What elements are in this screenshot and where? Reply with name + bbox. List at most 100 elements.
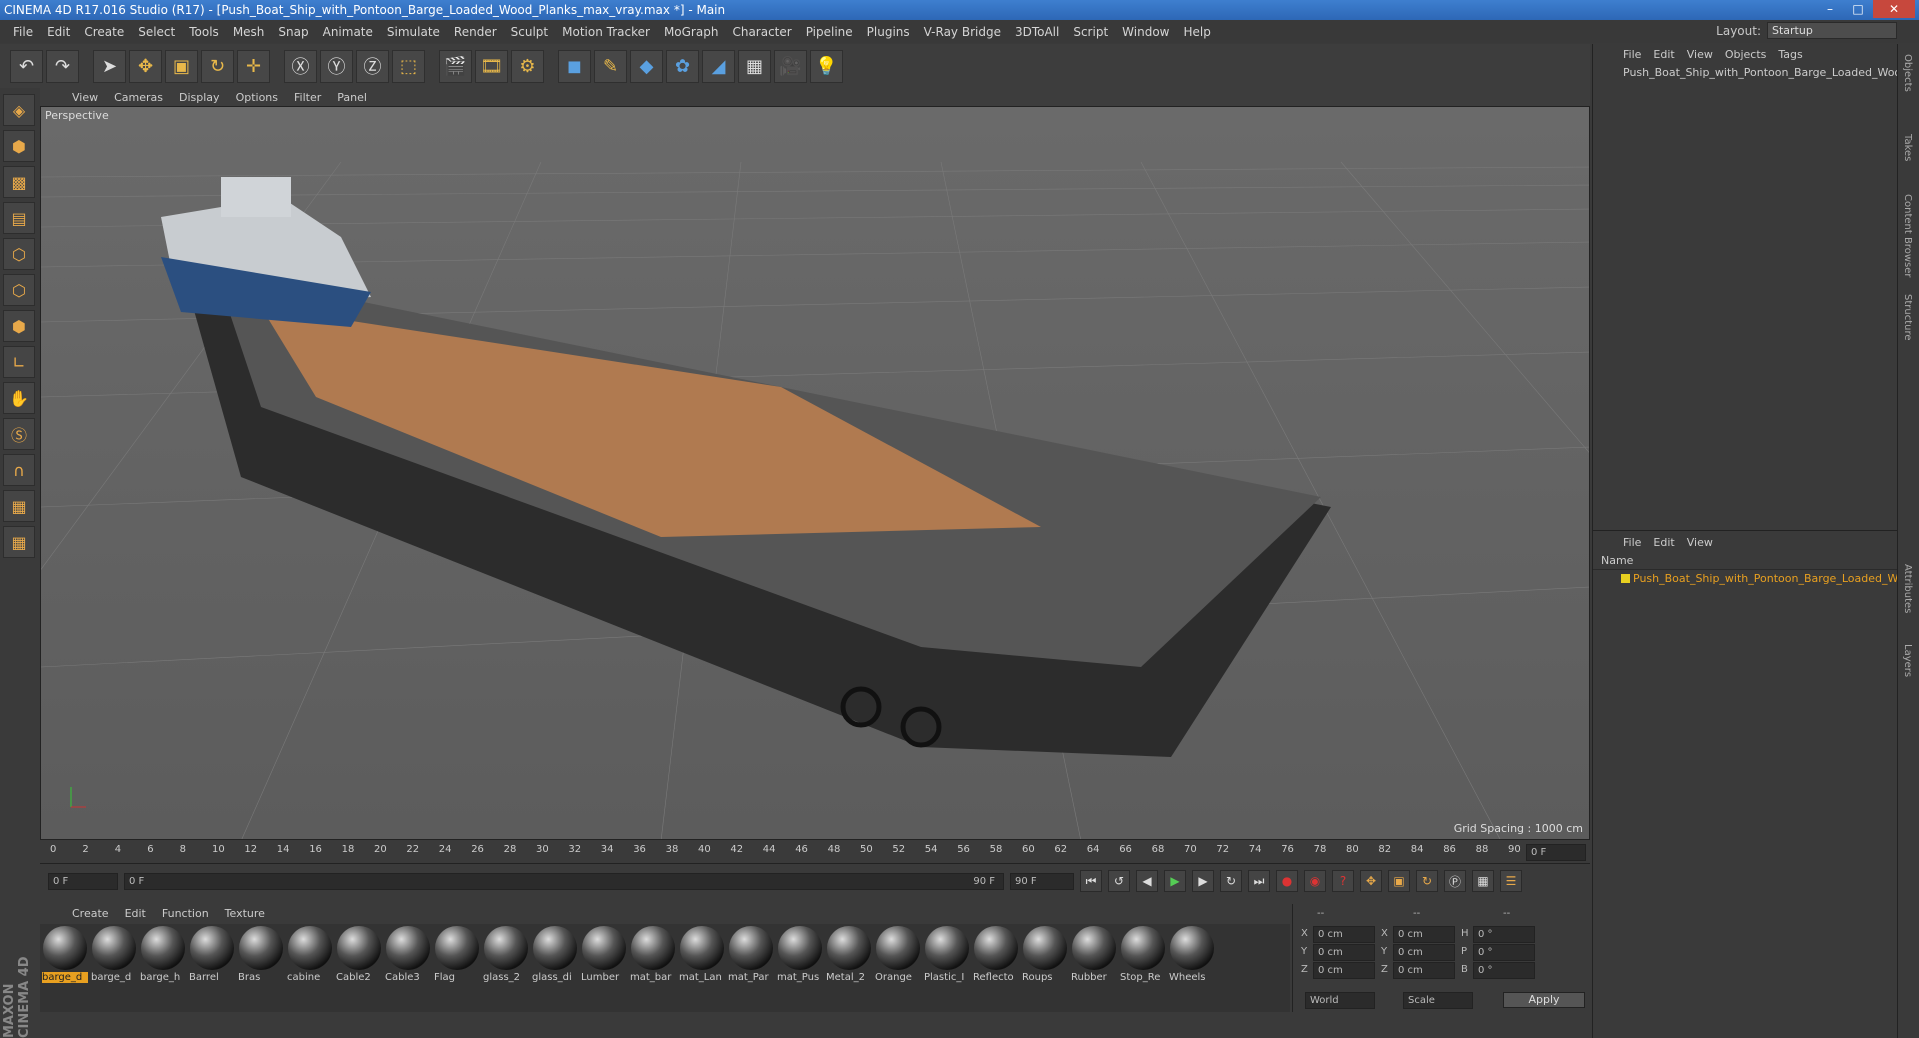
make-editable-icon[interactable]: ◈ (3, 94, 35, 126)
coord-value-field[interactable]: 0 cm (1393, 962, 1455, 979)
material-swatch[interactable]: Flag (434, 924, 480, 1012)
material-swatch[interactable]: Rubber (1071, 924, 1117, 1012)
menu-mograph[interactable]: MoGraph (657, 25, 726, 39)
cube-icon[interactable]: ◼ (558, 49, 591, 83)
coord-value-field[interactable]: 0 cm (1313, 944, 1375, 961)
coord-value-field[interactable]: 0 cm (1393, 944, 1455, 961)
cloner-icon[interactable]: ✿ (666, 49, 699, 83)
material-menu-create[interactable]: Create (64, 907, 117, 920)
magnet-icon[interactable]: ∩ (3, 454, 35, 486)
objects-menu-file[interactable]: File (1617, 48, 1647, 61)
menu-file[interactable]: File (6, 25, 40, 39)
go-to-start-icon[interactable]: ⏮ (1080, 870, 1102, 892)
axis-icon[interactable]: ∟ (3, 346, 35, 378)
side-tab[interactable]: Layers (1902, 644, 1913, 677)
render-picture-icon[interactable]: 🎞 (475, 49, 508, 83)
material-swatch[interactable]: mat_bar (630, 924, 676, 1012)
polygons-mode-icon[interactable]: ⬢ (3, 310, 35, 342)
material-swatch[interactable]: Metal_2 (826, 924, 872, 1012)
autokey-icon[interactable]: ◉ (1304, 870, 1326, 892)
material-swatch[interactable]: barge_d (91, 924, 137, 1012)
layers-menu-view[interactable]: View (1681, 536, 1719, 549)
material-swatch[interactable]: glass_di (532, 924, 578, 1012)
lock-grid-icon[interactable]: ▦ (3, 490, 35, 522)
menu-mesh[interactable]: Mesh (226, 25, 272, 39)
pen-icon[interactable]: ✎ (594, 49, 627, 83)
workplane-icon[interactable]: ▤ (3, 202, 35, 234)
select-arrow-icon[interactable]: ➤ (93, 49, 126, 83)
menu-simulate[interactable]: Simulate (380, 25, 447, 39)
menu-character[interactable]: Character (725, 25, 798, 39)
texture-mode-icon[interactable]: ▩ (3, 166, 35, 198)
material-swatch[interactable]: Roups (1022, 924, 1068, 1012)
transform-icon[interactable]: ✛ (237, 49, 270, 83)
menu-animate[interactable]: Animate (316, 25, 380, 39)
menu-create[interactable]: Create (77, 25, 131, 39)
material-swatch[interactable]: Stop_Re (1120, 924, 1166, 1012)
material-menu-texture[interactable]: Texture (217, 907, 273, 920)
key-move-icon[interactable]: ✥ (1360, 870, 1382, 892)
snap-icon[interactable]: Ⓢ (3, 418, 35, 450)
object-tree-item[interactable]: Push_Boat_Ship_with_Pontoon_Barge_Loaded… (1593, 64, 1901, 82)
end-frame-field[interactable]: 90 F (1010, 872, 1074, 890)
world-dropdown[interactable]: World (1305, 992, 1375, 1009)
material-swatch[interactable]: barge_h (140, 924, 186, 1012)
rotate-icon[interactable]: ↻ (201, 49, 234, 83)
viewport-menu-display[interactable]: Display (171, 91, 228, 104)
side-tab[interactable]: Takes (1902, 134, 1913, 161)
menu-sculpt[interactable]: Sculpt (504, 25, 555, 39)
scale-dropdown[interactable]: Scale (1403, 992, 1473, 1009)
side-tab[interactable]: Objects (1902, 54, 1913, 92)
objects-menu-view[interactable]: View (1681, 48, 1719, 61)
menu-help[interactable]: Help (1176, 25, 1217, 39)
layer-item[interactable]: Push_Boat_Ship_with_Pontoon_Barge_Loaded… (1593, 570, 1904, 588)
key-scale-icon[interactable]: ▣ (1388, 870, 1410, 892)
menu-window[interactable]: Window (1115, 25, 1176, 39)
frame-range-slider[interactable]: 0 F 90 F (124, 872, 1004, 890)
material-swatch[interactable]: Wheels (1169, 924, 1215, 1012)
y-axis-icon[interactable]: Ⓨ (320, 49, 353, 83)
timeline-ruler[interactable]: 0 F 0 2 4 6 8 10 12 14 16 18 20 22 24 26 28 30 32 34 36 38 4… (40, 842, 1590, 864)
render-settings-icon[interactable]: ⚙ (511, 49, 544, 83)
menu-v-ray-bridge[interactable]: V-Ray Bridge (917, 25, 1008, 39)
apply-button[interactable]: Apply (1503, 992, 1585, 1008)
subdivision-icon[interactable]: ◆ (630, 49, 663, 83)
keyframe-selection-icon[interactable]: ? (1332, 870, 1354, 892)
side-tab[interactable]: Attributes (1902, 564, 1913, 613)
key-pla-icon[interactable]: ▦ (1472, 870, 1494, 892)
material-swatch[interactable]: Cable2 (336, 924, 382, 1012)
layout-dropdown[interactable]: Startup (1767, 22, 1897, 39)
material-swatch[interactable]: glass_2 (483, 924, 529, 1012)
menu-tools[interactable]: Tools (182, 25, 226, 39)
timeline-icon[interactable]: ☰ (1500, 870, 1522, 892)
menu-motion-tracker[interactable]: Motion Tracker (555, 25, 657, 39)
viewport[interactable]: Perspective Grid Spacing : 1000 cm (40, 106, 1590, 840)
menu-edit[interactable]: Edit (40, 25, 77, 39)
maximize-button[interactable]: □ (1845, 0, 1871, 18)
go-to-end-icon[interactable]: ⏭ (1248, 870, 1270, 892)
start-frame-field[interactable]: 0 F (48, 872, 118, 890)
model-mode-icon[interactable]: ⬢ (3, 130, 35, 162)
key-rotate-icon[interactable]: ↻ (1416, 870, 1438, 892)
coord-value-field[interactable]: 0 cm (1313, 926, 1375, 943)
material-swatch[interactable]: Plastic_I (924, 924, 970, 1012)
material-swatch[interactable]: Lumber (581, 924, 627, 1012)
menu-render[interactable]: Render (447, 25, 504, 39)
viewport-menu-panel[interactable]: Panel (329, 91, 375, 104)
material-swatch[interactable]: Bras (238, 924, 284, 1012)
menu-select[interactable]: Select (131, 25, 182, 39)
material-swatch[interactable]: Cable3 (385, 924, 431, 1012)
layers-menu-file[interactable]: File (1617, 536, 1647, 549)
menu-plugins[interactable]: Plugins (860, 25, 917, 39)
coord-value-field[interactable]: 0 cm (1313, 962, 1375, 979)
key-param-icon[interactable]: Ⓟ (1444, 870, 1466, 892)
side-tab[interactable]: Content Browser (1902, 194, 1913, 277)
points-mode-icon[interactable]: ⬡ (3, 238, 35, 270)
material-swatch[interactable]: Reflecto (973, 924, 1019, 1012)
redo-icon[interactable]: ↷ (46, 49, 79, 83)
close-button[interactable]: ✕ (1873, 0, 1915, 18)
camera-icon[interactable]: 🎥 (774, 49, 807, 83)
prev-frame-icon[interactable]: ◀ (1136, 870, 1158, 892)
next-frame-icon[interactable]: ▶ (1192, 870, 1214, 892)
x-axis-icon[interactable]: Ⓧ (284, 49, 317, 83)
